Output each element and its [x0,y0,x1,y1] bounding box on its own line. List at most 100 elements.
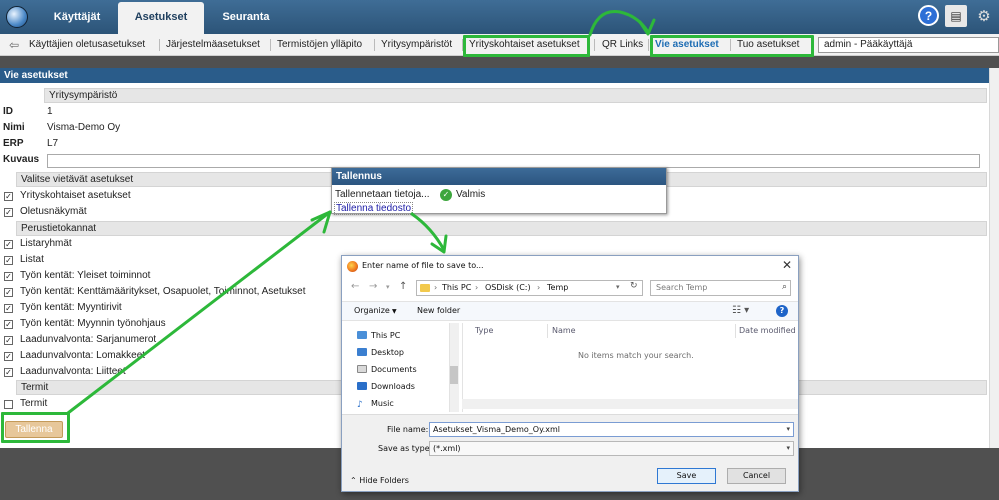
panel-title: Vie asetukset [0,68,995,83]
popup-done-text: Valmis [456,189,486,200]
forward-icon[interactable]: → [369,281,377,292]
checkbox-laadunvalvonta-liitteet[interactable]: ✓ [4,368,13,377]
checkbox-label: Työn kentät: Kenttämääritykset, Osapuole… [20,286,306,297]
tree-item-downloads[interactable]: Downloads [357,382,415,391]
file-name-input[interactable]: Asetukset_Visma_Demo_Oy.xml ▾ [429,422,794,437]
file-list-hscrollbar[interactable] [462,399,798,409]
subnav-jarjestelmaasetukset[interactable]: Järjestelmäasetukset [166,34,260,56]
tree-item-desktop[interactable]: Desktop [357,348,404,357]
tree-item-this-pc[interactable]: This PC [357,331,400,340]
dialog-titlebar: Enter name of file to save to... ✕ [342,256,798,276]
tree-label: Music [371,399,394,408]
checkbox-listaryhmat[interactable]: ✓ [4,240,13,249]
new-folder-button[interactable]: New folder [417,306,460,315]
annotation-box-vie-tuo [650,35,814,57]
annotation-box-save [1,412,70,443]
hide-folders-toggle[interactable]: ⌃ Hide Folders [350,476,409,485]
dialog-help-icon[interactable]: ? [776,305,788,317]
tab-kayttajat[interactable]: Käyttäjät [38,2,116,34]
checkbox-label: Työn kentät: Myyntirivit [20,302,122,313]
back-icon[interactable]: ← [351,281,359,292]
app-logo-icon[interactable] [6,6,28,28]
tab-seuranta[interactable]: Seuranta [206,2,286,34]
help-icon[interactable]: ? [918,5,939,26]
top-bar: Käyttäjät Asetukset Seuranta ? ▤ ⚙ [0,0,999,34]
save-type-label: Save as type: [378,444,433,453]
dialog-bottom-area: File name: Asetukset_Visma_Demo_Oy.xml ▾… [342,414,798,491]
checkbox-laadunvalvonta-sarjanumerot[interactable]: ✓ [4,336,13,345]
breadcrumb-temp[interactable]: Temp [547,283,568,292]
dialog-toolbar: Organize ▼ New folder ☷ ▾ ? [342,301,798,321]
tree-item-documents[interactable]: Documents [357,365,417,374]
id-label: ID [3,106,13,117]
dialog-save-button[interactable]: Save [657,468,716,484]
checkbox-tyon-kentat-yleiset[interactable]: ✓ [4,272,13,281]
dialog-cancel-button[interactable]: Cancel [727,468,786,484]
search-input[interactable]: Search Temp [650,280,791,296]
up-icon[interactable]: ↑ [399,281,407,292]
address-bar[interactable]: › This PC › OSDisk (C:) › Temp ▾ [416,280,643,296]
erp-label: ERP [3,138,24,149]
checkbox-label: Oletusnäkymät [20,206,87,217]
settings-icon[interactable]: ⚙ [973,5,995,27]
hide-folders-label: Hide Folders [359,476,409,485]
base-databases-header: Perustietokannat [16,221,987,236]
chevron-down-icon[interactable]: ▾ [786,423,790,436]
file-name-label: File name: [387,425,429,434]
column-type[interactable]: Type [475,326,493,335]
checkbox-tyon-kentat-myynnin-tyonohjaus[interactable]: ✓ [4,320,13,329]
popup-status-text: Tallennetaan tietoja... [335,189,430,200]
checkbox-label: Listat [20,254,44,265]
checkbox-laadunvalvonta-lomakkeet[interactable]: ✓ [4,352,13,361]
id-value: 1 [47,106,53,117]
description-input[interactable] [47,154,980,168]
checkbox-termit[interactable] [4,400,13,409]
organize-button[interactable]: Organize [354,306,390,315]
name-label: Nimi [3,122,25,133]
breadcrumb-this-pc[interactable]: This PC [442,283,471,292]
checkbox-label: Työn kentät: Yleiset toiminnot [20,270,151,281]
tree-scrollbar-thumb[interactable] [450,366,458,384]
checkbox-label: Laadunvalvonta: Liitteet [20,366,126,377]
subnav-yritysymparistot[interactable]: Yritysympäristöt [381,34,452,56]
firefox-icon [347,261,358,272]
tab-asetukset[interactable]: Asetukset [118,2,204,34]
subnav-kayttajien-oletusasetukset[interactable]: Käyttäjien oletusasetukset [29,34,145,56]
back-arrow-icon[interactable]: ⇦ [9,38,19,52]
refresh-icon[interactable]: ↻ [630,281,638,291]
print-icon[interactable]: ▤ [945,5,967,27]
checkbox-tyon-kentat-myyntirivit[interactable]: ✓ [4,304,13,313]
save-type-select[interactable]: (*.xml) ▾ [429,441,794,456]
checkbox-label: Laadunvalvonta: Sarjanumerot [20,334,157,345]
file-name-value: Asetukset_Visma_Demo_Oy.xml [433,425,560,434]
save-type-value: (*.xml) [433,444,461,453]
tree-item-music[interactable]: ♪ Music [357,399,394,410]
subnav-qr-links[interactable]: QR Links [602,34,643,56]
organize-dropdown-icon: ▼ [392,308,397,315]
save-progress-popup: Tallennus Tallennetaan tietoja... ✓ Valm… [331,167,667,215]
save-file-dialog: Enter name of file to save to... ✕ ← → ▾… [341,255,799,492]
tree-label: Documents [371,365,417,374]
subnav-termistojen-yllapito[interactable]: Termistöjen ylläpito [277,34,362,56]
breadcrumb-osdisk[interactable]: OSDisk (C:) [485,283,531,292]
checkbox-oletusnakymat[interactable]: ✓ [4,208,13,217]
panel-scrollbar[interactable] [989,68,999,448]
environment-header: Yritysympäristö [44,88,987,103]
folder-icon [420,284,430,292]
desktop-icon [357,348,367,356]
name-value: Visma-Demo Oy [47,122,121,133]
checkbox-listat[interactable]: ✓ [4,256,13,265]
column-name[interactable]: Name [552,326,576,335]
description-label: Kuvaus [3,154,40,165]
empty-message: No items match your search. [578,351,694,360]
column-date-modified[interactable]: Date modified [739,326,796,335]
recent-dropdown-icon[interactable]: ▾ [386,283,390,291]
dialog-navigation: ← → ▾ ↑ › This PC › OSDisk (C:) › Temp ▾… [342,278,798,298]
checkbox-tyon-kentat-kenttamaaritykset[interactable]: ✓ [4,288,13,297]
save-file-link[interactable]: Tallenna tiedosto [334,202,414,215]
view-options-icon[interactable]: ☷ ▾ [732,305,749,316]
close-icon[interactable]: ✕ [782,258,792,272]
popup-title: Tallennus [332,168,666,185]
checkbox-yrityskohtaiset[interactable]: ✓ [4,192,13,201]
user-role-select[interactable]: admin - Pääkäyttäjä [818,37,999,53]
